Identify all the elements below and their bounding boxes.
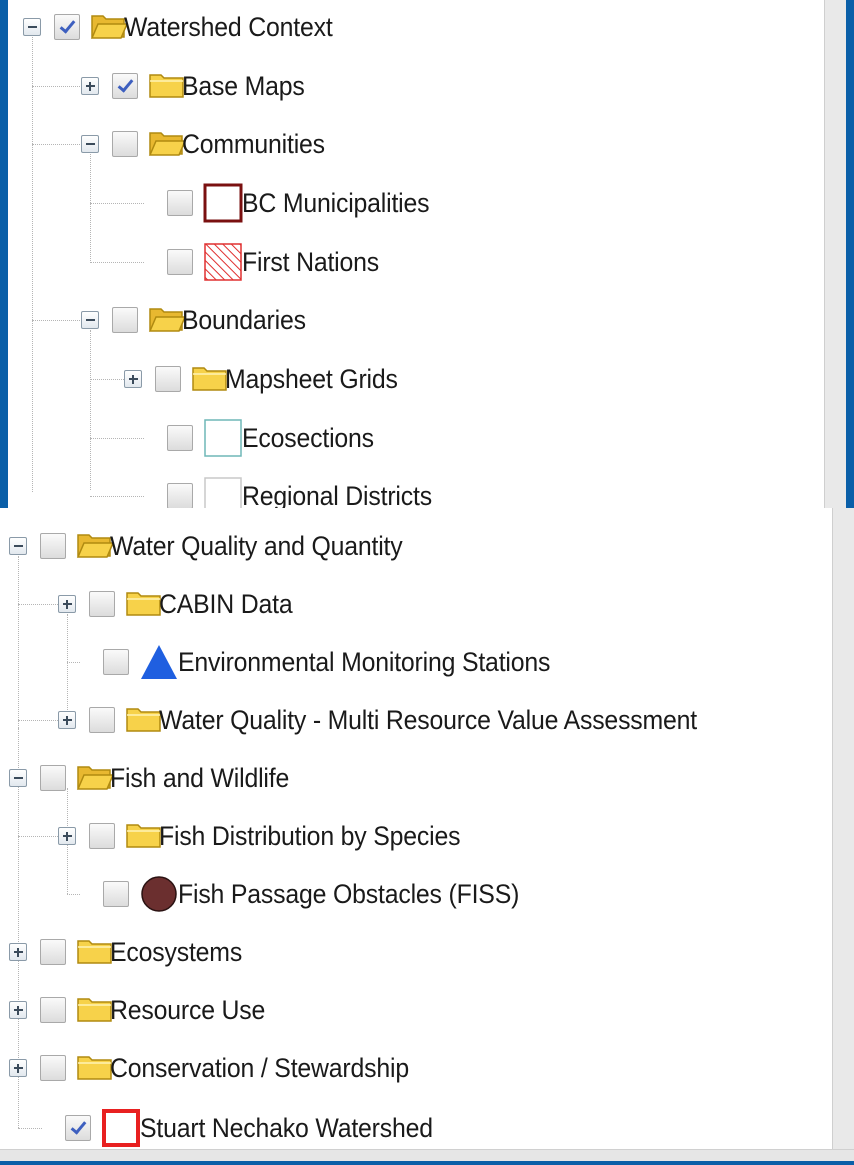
layer-checkbox-regional-districts[interactable] xyxy=(167,483,193,508)
layer-label-cabin-data[interactable]: CABIN Data xyxy=(159,587,293,621)
layer-label-resource-use[interactable]: Resource Use xyxy=(110,993,265,1027)
layer-label-base-maps[interactable]: Base Maps xyxy=(182,69,305,103)
layer-checkbox-fish-distribution-by-species[interactable] xyxy=(89,823,115,849)
layer-label-ecosystems[interactable]: Ecosystems xyxy=(110,935,242,969)
layer-checkbox-water-quality-and-quantity[interactable] xyxy=(40,533,66,559)
folder-open-icon xyxy=(148,304,187,339)
tree-connector-line xyxy=(32,37,33,492)
folder-icon xyxy=(125,704,163,739)
folder-icon xyxy=(76,936,114,971)
tree-connector-line xyxy=(90,154,91,263)
layer-checkbox-fish-and-wildlife[interactable] xyxy=(40,765,66,791)
folder-icon xyxy=(191,363,229,398)
layer-checkbox-communities[interactable] xyxy=(112,131,138,157)
layer-label-water-quality-multi-resource-value-assessment[interactable]: Water Quality - Multi Resource Value Ass… xyxy=(159,703,697,737)
layer-checkbox-bc-municipalities[interactable] xyxy=(167,190,193,216)
tree-connector-line xyxy=(90,330,91,490)
layer-checkbox-watershed-context[interactable] xyxy=(54,14,80,40)
tree-connector-line xyxy=(18,604,58,605)
layer-label-fish-distribution-by-species[interactable]: Fish Distribution by Species xyxy=(159,819,461,853)
folder-icon xyxy=(76,994,114,1029)
layer-label-regional-districts[interactable]: Regional Districts xyxy=(242,479,432,508)
folder-open-icon xyxy=(90,11,129,46)
tree-connector-line xyxy=(67,662,80,663)
expand-icon[interactable] xyxy=(58,711,76,729)
vertical-scrollbar[interactable] xyxy=(832,508,854,1161)
tree-connector-line xyxy=(32,144,82,145)
layer-checkbox-mapsheet-grids[interactable] xyxy=(155,366,181,392)
tree-connector-line xyxy=(18,556,19,728)
layer-label-conservation-stewardship[interactable]: Conservation / Stewardship xyxy=(110,1051,409,1085)
expand-icon[interactable] xyxy=(58,827,76,845)
tree-connector-line xyxy=(67,614,68,720)
folder-icon xyxy=(125,588,163,623)
layer-label-ecosections[interactable]: Ecosections xyxy=(242,421,374,455)
collapse-icon[interactable] xyxy=(81,311,99,329)
folder-open-icon xyxy=(76,530,115,565)
tree-connector-line xyxy=(90,203,144,204)
layer-checkbox-boundaries[interactable] xyxy=(112,307,138,333)
layer-checkbox-fish-passage-obstacles-fiss[interactable] xyxy=(103,881,129,907)
brown-circle-icon xyxy=(139,874,179,919)
layer-checkbox-first-nations[interactable] xyxy=(167,249,193,275)
vertical-scrollbar[interactable] xyxy=(824,0,846,508)
expand-icon[interactable] xyxy=(9,943,27,961)
polygon-outline-red-icon xyxy=(101,1108,141,1153)
folder-icon xyxy=(76,1052,114,1087)
tree-connector-line xyxy=(90,379,126,380)
layer-checkbox-stuart-nechako-watershed[interactable] xyxy=(65,1115,91,1141)
folder-open-icon xyxy=(148,128,187,163)
collapse-icon[interactable] xyxy=(81,135,99,153)
checkmark-icon xyxy=(117,75,134,93)
layer-checkbox-ecosections[interactable] xyxy=(167,425,193,451)
expand-icon[interactable] xyxy=(81,77,99,95)
expand-icon[interactable] xyxy=(124,370,142,388)
collapse-icon[interactable] xyxy=(9,769,27,787)
folder-icon xyxy=(125,820,163,855)
tree-connector-line xyxy=(90,496,144,497)
tree-connector-line xyxy=(90,438,144,439)
layer-tree-panel-bottom: Water Quality and Quantity CABIN Data Envi… xyxy=(0,508,854,1161)
polygon-outline-darkred-icon xyxy=(203,183,243,228)
layer-label-boundaries[interactable]: Boundaries xyxy=(182,303,306,337)
layer-label-environmental-monitoring-stations[interactable]: Environmental Monitoring Stations xyxy=(178,645,550,679)
folder-icon xyxy=(148,70,186,105)
layer-checkbox-base-maps[interactable] xyxy=(112,73,138,99)
layer-label-bc-municipalities[interactable]: BC Municipalities xyxy=(242,186,430,220)
tree-connector-line xyxy=(90,262,144,263)
tree-connector-line xyxy=(18,1128,42,1129)
folder-open-icon xyxy=(76,762,115,797)
checkmark-icon xyxy=(59,16,76,34)
expand-icon[interactable] xyxy=(9,1001,27,1019)
layer-label-first-nations[interactable]: First Nations xyxy=(242,245,379,279)
layer-checkbox-water-quality-multi-resource-value-assessment[interactable] xyxy=(89,707,115,733)
blue-triangle-icon xyxy=(139,642,179,687)
layer-label-communities[interactable]: Communities xyxy=(182,127,325,161)
layer-label-mapsheet-grids[interactable]: Mapsheet Grids xyxy=(225,362,398,396)
layer-checkbox-ecosystems[interactable] xyxy=(40,939,66,965)
layer-label-watershed-context[interactable]: Watershed Context xyxy=(124,10,333,44)
layer-checkbox-conservation-stewardship[interactable] xyxy=(40,1055,66,1081)
tree-connector-line xyxy=(18,836,58,837)
hatched-red-polygon-icon xyxy=(203,242,243,287)
layer-label-fish-passage-obstacles-fiss[interactable]: Fish Passage Obstacles (FISS) xyxy=(178,877,519,911)
layer-checkbox-environmental-monitoring-stations[interactable] xyxy=(103,649,129,675)
layer-checkbox-cabin-data[interactable] xyxy=(89,591,115,617)
collapse-icon[interactable] xyxy=(23,18,41,36)
tree-connector-line xyxy=(32,320,82,321)
layer-checkbox-resource-use[interactable] xyxy=(40,997,66,1023)
tree-connector-line xyxy=(67,894,80,895)
tree-connector-line xyxy=(18,720,58,721)
collapse-icon[interactable] xyxy=(9,537,27,555)
polygon-outline-gray-icon xyxy=(203,476,243,508)
layer-label-stuart-nechako-watershed[interactable]: Stuart Nechako Watershed xyxy=(140,1111,433,1145)
layer-label-fish-and-wildlife[interactable]: Fish and Wildlife xyxy=(110,761,289,795)
layer-label-water-quality-and-quantity[interactable]: Water Quality and Quantity xyxy=(110,529,403,563)
tree-connector-line xyxy=(32,86,82,87)
checkmark-icon xyxy=(70,1117,87,1135)
polygon-outline-teal-icon xyxy=(203,418,243,463)
layer-tree-panel-top: Watershed Context Base Maps Communities BC … xyxy=(8,0,846,508)
expand-icon[interactable] xyxy=(9,1059,27,1077)
expand-icon[interactable] xyxy=(58,595,76,613)
